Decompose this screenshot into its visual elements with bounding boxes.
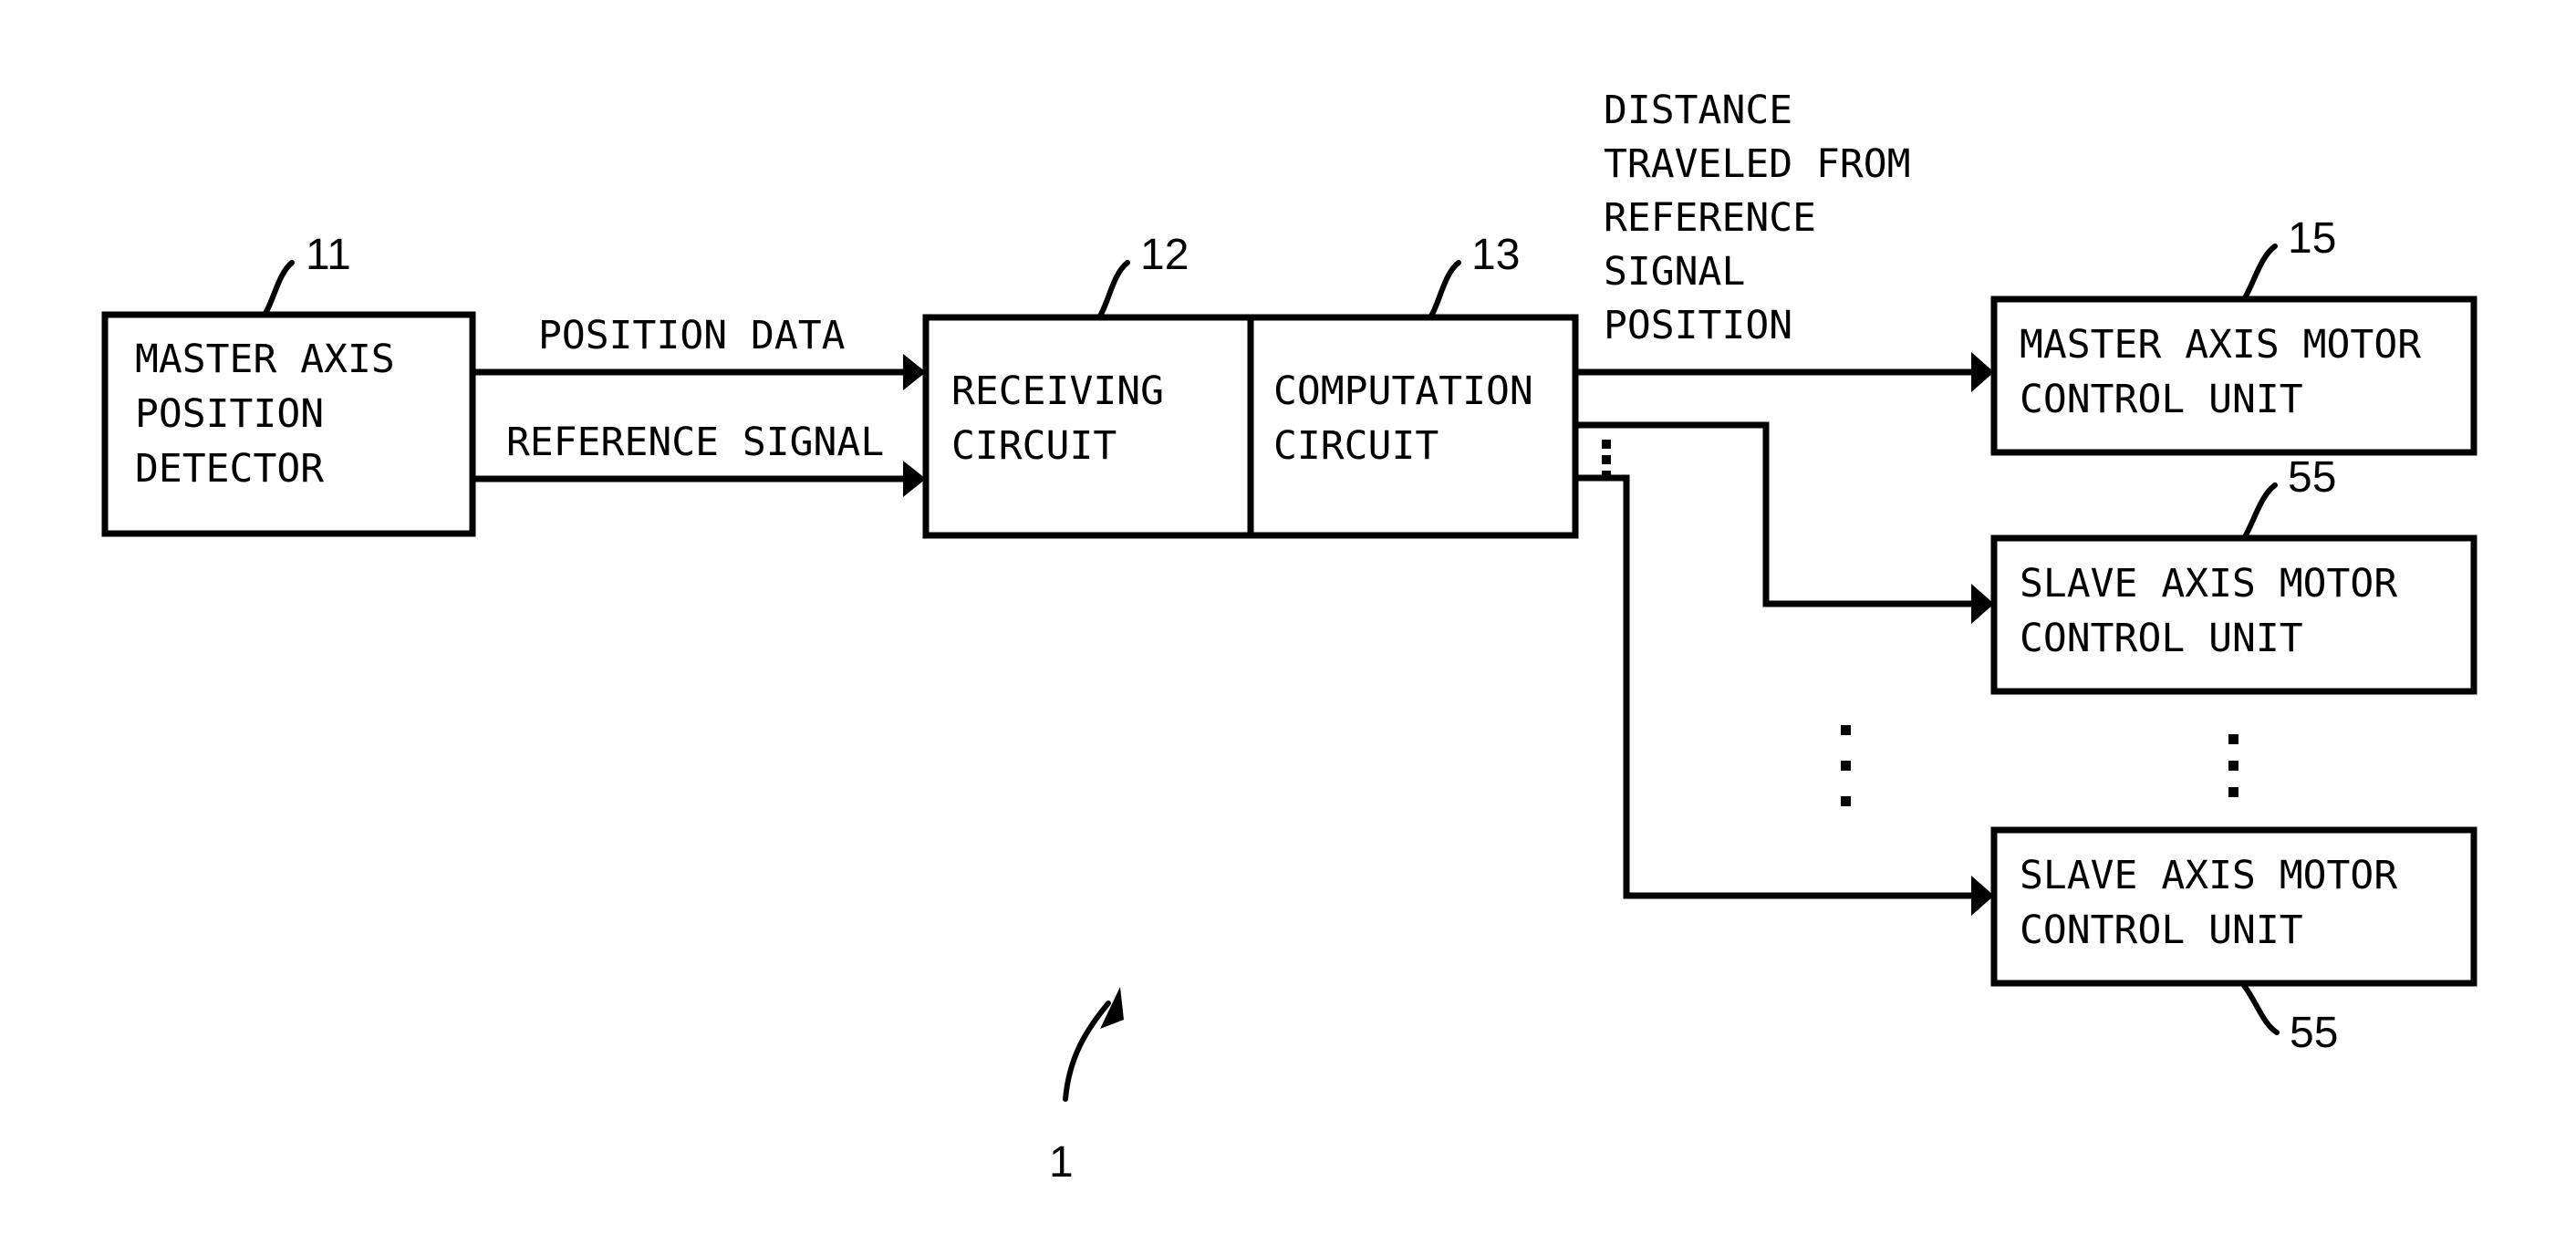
leader-line-ref-15 [2241,244,2278,302]
block-diagram-canvas: MASTER AXIS POSITION DETECTOR 11 POSITIO… [101,88,2477,1187]
distance-traveled-line-1: DISTANCE [1604,88,1792,133]
slave-units-ellipsis-right [2228,734,2238,797]
slave-axis-motor-control-unit-bottom-line-1: SLAVE AXIS MOTOR [2020,853,2397,898]
reference-signal-label: REFERENCE SIGNAL [506,420,884,465]
leader-line-ref-12 [1096,260,1130,320]
slave-axis-motor-control-unit-top-line-2: CONTROL UNIT [2020,616,2303,661]
wire-master-arrowhead [1971,352,1994,392]
receiving-circuit-line-1: RECEIVING [951,368,1164,414]
wire-to-master-axis-motor-control [1575,352,1994,392]
position-data-arrow: POSITION DATA [473,313,926,390]
slave-units-ellipsis-left [1841,725,1851,806]
signal-processing-block[interactable]: RECEIVING CIRCUIT COMPUTATION CIRCUIT [922,314,1579,539]
distance-traveled-line-4: SIGNAL [1604,249,1745,295]
slave-units-ellipsis-left-dot-3 [1841,796,1851,806]
distance-traveled-line-5: POSITION [1604,303,1792,348]
reference-signal-arrowhead [903,461,926,497]
wire-slave-bottom-path [1575,474,1971,899]
master-axis-position-detector-box[interactable]: MASTER AXIS POSITION DETECTOR [101,311,476,537]
figure-reference-pointer: 1 [1049,987,1124,1187]
master-axis-position-detector-line-1: MASTER AXIS [135,337,395,382]
slave-units-ellipsis-right-dot-3 [2228,787,2238,797]
ref-number-15: 15 [2288,214,2336,263]
master-axis-motor-control-unit-box[interactable]: MASTER AXIS MOTOR CONTROL UNIT [1990,296,2477,456]
wire-fanout-dot-1 [1602,440,1611,449]
wire-slave-top-arrowhead [1971,584,1994,624]
distance-traveled-line-2: TRAVELED FROM [1604,141,1911,187]
slave-axis-motor-control-unit-bottom-box[interactable]: SLAVE AXIS MOTOR CONTROL UNIT [1990,826,2477,987]
ref-number-13: 13 [1471,231,1520,279]
leader-line-ref-13 [1428,260,1461,320]
ref-number-11: 11 [306,231,351,279]
wire-to-slave-axis-motor-control-top [1575,421,1994,624]
reference-signal-arrow: REFERENCE SIGNAL [473,420,926,497]
ref-number-12: 12 [1140,231,1189,279]
distance-traveled-label: DISTANCE TRAVELED FROM REFERENCE SIGNAL … [1604,88,1911,348]
wire-fanout-ellipsis [1602,440,1611,480]
master-axis-position-detector-line-2: POSITION [135,391,324,437]
receiving-circuit-line-2: CIRCUIT [951,423,1117,469]
slave-units-ellipsis-left-dot-1 [1841,725,1851,735]
slave-units-ellipsis-left-dot-2 [1841,761,1851,771]
patent-figure: MASTER AXIS POSITION DETECTOR 11 POSITIO… [0,0,2576,1255]
wire-to-slave-axis-motor-control-bottom [1575,474,1994,916]
wire-slave-top-path [1575,421,1971,607]
computation-circuit-line-2: CIRCUIT [1273,423,1439,469]
slave-units-ellipsis-right-dot-1 [2228,734,2238,744]
ref-number-55-top: 55 [2288,453,2336,502]
slave-units-ellipsis-right-dot-2 [2228,761,2238,771]
slave-axis-motor-control-unit-top-line-1: SLAVE AXIS MOTOR [2020,561,2397,607]
master-axis-motor-control-unit-line-1: MASTER AXIS MOTOR [2020,322,2421,368]
leader-line-ref-55-top [2241,482,2278,541]
slave-axis-motor-control-unit-bottom-line-2: CONTROL UNIT [2020,908,2303,953]
slave-axis-motor-control-unit-top-box[interactable]: SLAVE AXIS MOTOR CONTROL UNIT [1990,534,2477,695]
position-data-arrowhead [903,354,926,390]
wire-slave-bottom-arrowhead [1971,876,1994,916]
master-axis-motor-control-unit-line-2: CONTROL UNIT [2020,377,2303,422]
wire-fanout-dot-3 [1602,471,1611,480]
leader-line-ref-55-bottom [2239,980,2280,1035]
leader-line-ref-11 [262,260,295,317]
ref-number-1: 1 [1049,1138,1074,1187]
ref-number-55-bottom: 55 [2290,1009,2338,1057]
position-data-label: POSITION DATA [538,313,846,358]
distance-traveled-line-3: REFERENCE [1604,195,1816,241]
figure-reference-leader [1063,1001,1111,1102]
computation-circuit-line-1: COMPUTATION [1273,368,1533,414]
master-axis-position-detector-line-3: DETECTOR [135,446,324,492]
wire-fanout-dot-2 [1602,455,1611,464]
